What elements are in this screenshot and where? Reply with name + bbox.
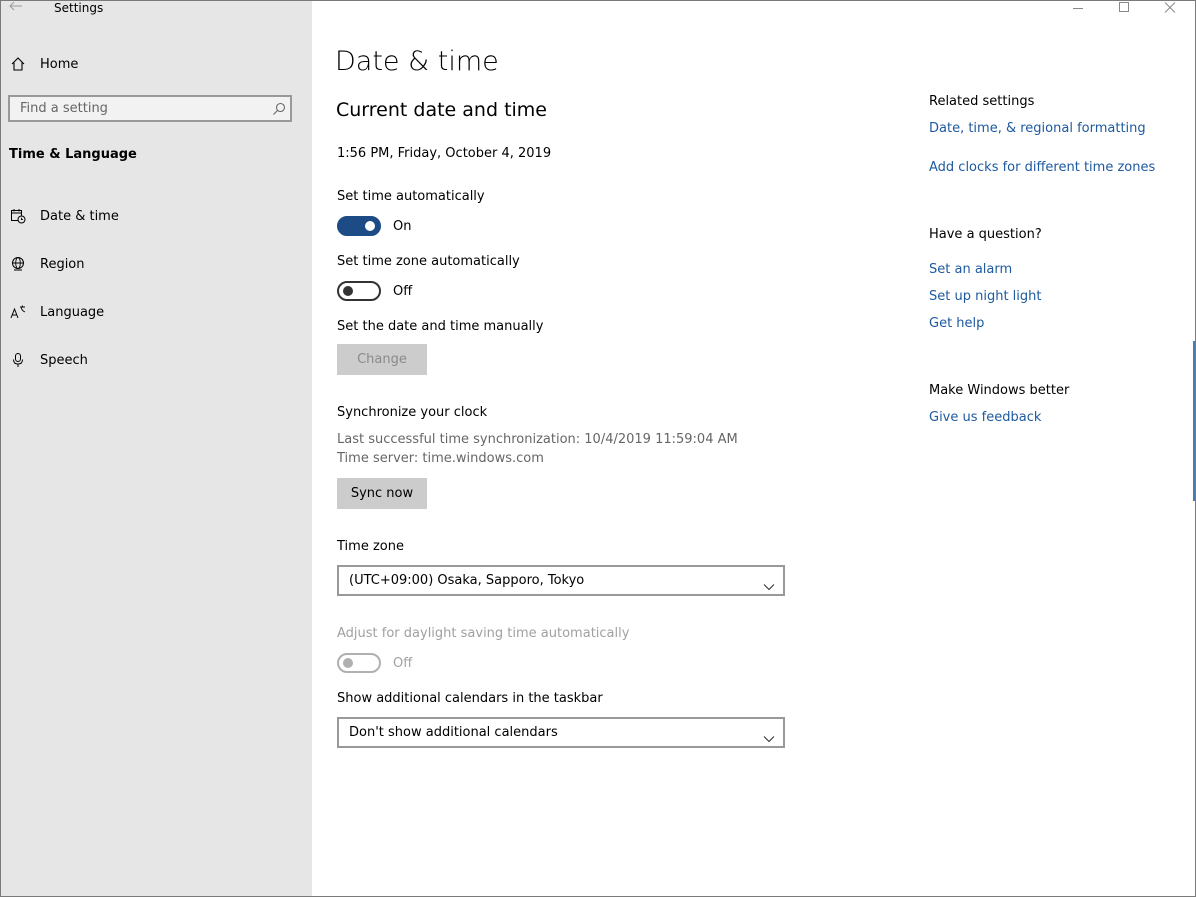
link-get-help[interactable]: Get help: [929, 316, 984, 331]
microphone-icon: [10, 352, 26, 368]
sidebar-item-label: Region: [40, 256, 85, 272]
sidebar-section-title: Time & Language: [9, 147, 137, 162]
set-tz-auto-toggle[interactable]: [337, 281, 381, 301]
sidebar-item-label: Date & time: [40, 208, 119, 224]
calendars-value: Don't show additional calendars: [349, 725, 558, 740]
timezone-label: Time zone: [337, 539, 404, 554]
sidebar-item-home[interactable]: Home: [1, 51, 312, 77]
chevron-down-icon: [763, 728, 775, 743]
time-server-text: Time server: time.windows.com: [337, 451, 544, 466]
sidebar-item-label: Home: [40, 56, 79, 72]
manual-label: Set the date and time manually: [337, 319, 544, 334]
close-button[interactable]: [1150, 1, 1190, 15]
set-tz-auto-state: Off: [393, 284, 413, 299]
link-give-feedback[interactable]: Give us feedback: [929, 410, 1041, 425]
toggle-knob: [343, 286, 353, 296]
home-icon: [10, 56, 26, 72]
page-title: Date & time: [335, 46, 499, 77]
sidebar-item-date-time[interactable]: Date & time: [1, 196, 312, 236]
calendars-select[interactable]: Don't show additional calendars: [337, 717, 785, 748]
sidebar-item-language[interactable]: Language: [1, 292, 312, 332]
calendar-clock-icon: [10, 208, 26, 224]
link-set-alarm[interactable]: Set an alarm: [929, 262, 1012, 277]
question-title: Have a question?: [929, 227, 1042, 242]
globe-icon: [10, 256, 26, 272]
search-input[interactable]: [10, 97, 260, 120]
make-windows-better-title: Make Windows better: [929, 383, 1070, 398]
minimize-button[interactable]: [1058, 1, 1098, 15]
sync-title: Synchronize your clock: [337, 405, 488, 420]
last-sync-text: Last successful time synchronization: 10…: [337, 432, 738, 447]
change-button[interactable]: Change: [337, 344, 427, 375]
calendars-label: Show additional calendars in the taskbar: [337, 691, 603, 706]
window-edge-accent: [1193, 341, 1195, 501]
related-settings-title: Related settings: [929, 94, 1035, 109]
back-arrow-icon[interactable]: [9, 1, 27, 15]
set-time-auto-toggle[interactable]: [337, 216, 381, 236]
section-title: Current date and time: [336, 99, 547, 121]
link-add-clocks[interactable]: Add clocks for different time zones: [929, 160, 1155, 175]
main-content: Date & time Current date and time 1:56 P…: [313, 1, 1195, 896]
window-title: Settings: [54, 1, 104, 15]
sidebar: Settings Home Time & Language Date & tim…: [1, 1, 312, 896]
timezone-select[interactable]: (UTC+09:00) Osaka, Sapporo, Tokyo: [337, 565, 785, 596]
set-tz-auto-label: Set time zone automatically: [337, 254, 520, 269]
language-icon: [10, 304, 26, 320]
current-datetime: 1:56 PM, Friday, October 4, 2019: [337, 146, 552, 161]
link-regional-formatting[interactable]: Date, time, & regional formatting: [929, 121, 1146, 136]
sidebar-item-label: Language: [40, 304, 105, 320]
search-box[interactable]: [8, 95, 292, 122]
sidebar-item-speech[interactable]: Speech: [1, 340, 312, 380]
link-night-light[interactable]: Set up night light: [929, 289, 1042, 304]
sidebar-item-region[interactable]: Region: [1, 244, 312, 284]
sync-now-button[interactable]: Sync now: [337, 478, 427, 509]
maximize-button[interactable]: [1104, 1, 1144, 15]
search-icon[interactable]: [272, 101, 286, 115]
toggle-knob: [365, 221, 375, 231]
timezone-value: (UTC+09:00) Osaka, Sapporo, Tokyo: [349, 573, 585, 588]
set-time-auto-label: Set time automatically: [337, 189, 485, 204]
settings-window: Settings Home Time & Language Date & tim…: [0, 0, 1196, 897]
set-time-auto-state: On: [393, 219, 412, 234]
dst-label: Adjust for daylight saving time automati…: [337, 626, 630, 641]
dst-toggle[interactable]: [337, 653, 381, 673]
toggle-knob: [343, 658, 353, 668]
dst-state: Off: [393, 656, 413, 671]
sidebar-item-label: Speech: [40, 352, 88, 368]
chevron-down-icon: [763, 576, 775, 591]
